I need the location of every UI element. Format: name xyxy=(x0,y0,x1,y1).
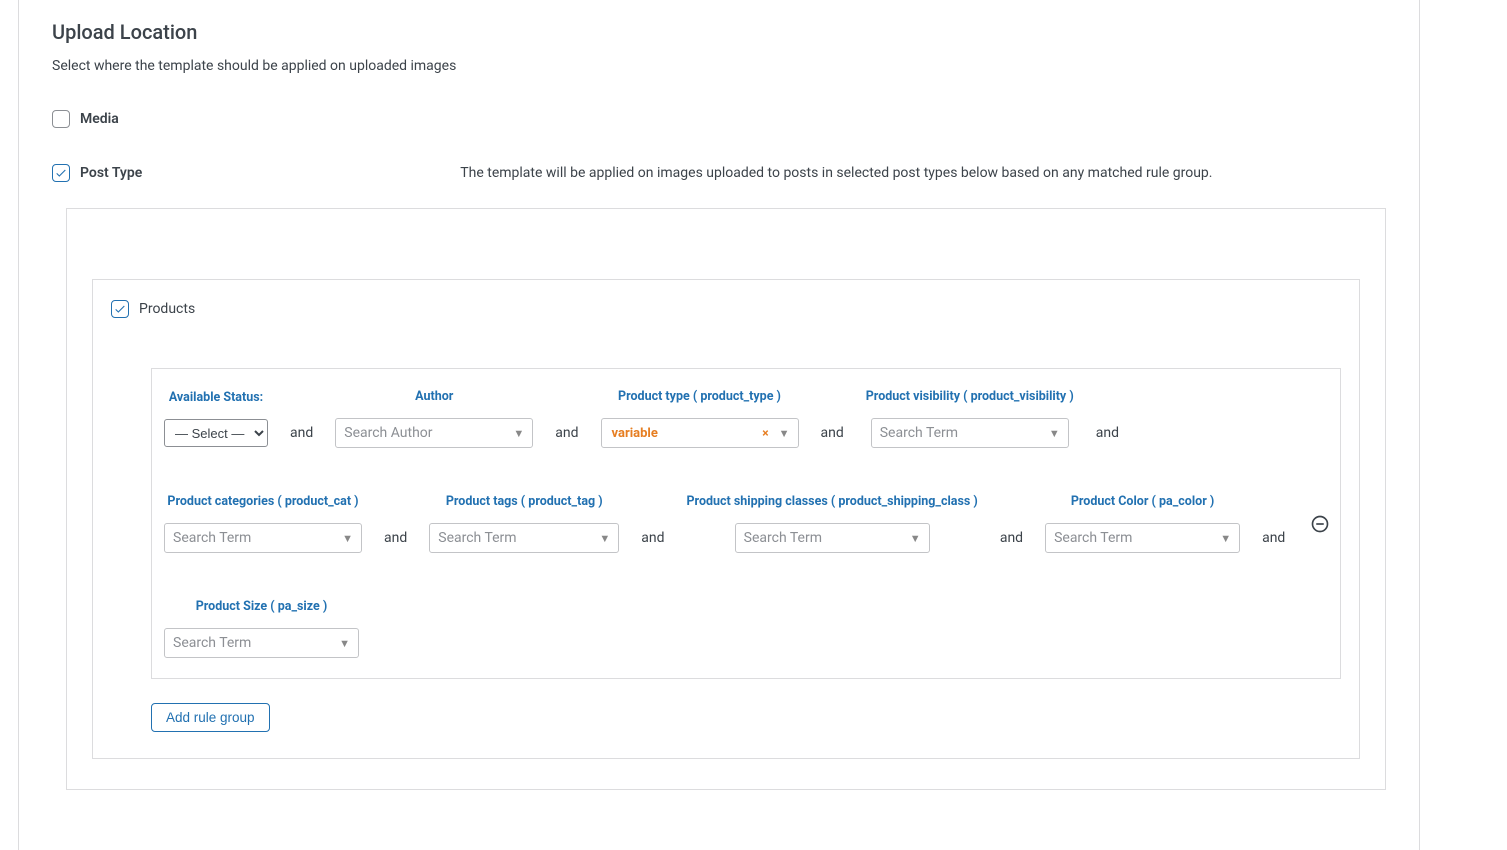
field-status: Available Status: — Select — xyxy=(164,390,268,447)
posttype-row: Post Type The template will be applied o… xyxy=(52,164,1386,182)
author-combo[interactable]: Search Author ▼ xyxy=(335,418,533,448)
categories-combo[interactable]: Search Term ▼ xyxy=(164,523,362,553)
field-visibility: Product visibility ( product_visibility … xyxy=(866,389,1074,448)
posttype-rules-panel: Products Available Status: — Select — an… xyxy=(66,208,1386,790)
media-row: Media xyxy=(52,110,1386,128)
caret-down-icon: ▼ xyxy=(342,532,353,545)
and-label: and xyxy=(821,425,844,441)
add-rule-group-button[interactable]: Add rule group xyxy=(151,703,270,732)
field-color: Product Color ( pa_color ) Search Term ▼ xyxy=(1045,494,1240,553)
size-combo[interactable]: Search Term ▼ xyxy=(164,628,359,658)
product-type-value: variable xyxy=(610,426,757,441)
remove-rule-group-icon[interactable] xyxy=(1310,514,1330,534)
and-label: and xyxy=(290,425,313,441)
color-combo[interactable]: Search Term ▼ xyxy=(1045,523,1240,553)
field-label-tags: Product tags ( product_tag ) xyxy=(446,494,603,509)
field-label-visibility: Product visibility ( product_visibility … xyxy=(866,389,1074,404)
field-label-shipping: Product shipping classes ( product_shipp… xyxy=(687,494,978,509)
visibility-placeholder: Search Term xyxy=(880,425,1043,441)
field-label-status: Available Status: xyxy=(169,390,263,405)
field-shipping: Product shipping classes ( product_shipp… xyxy=(687,494,978,553)
field-label-size: Product Size ( pa_size ) xyxy=(196,599,328,614)
and-label: and xyxy=(1096,425,1119,441)
products-checkbox[interactable] xyxy=(111,300,129,318)
rule-fields: Available Status: — Select — and Author … xyxy=(164,389,1298,658)
product-type-combo[interactable]: variable × ▼ xyxy=(601,418,799,448)
check-icon xyxy=(113,302,127,316)
and-label: and xyxy=(641,530,664,546)
field-label-color: Product Color ( pa_color ) xyxy=(1071,494,1214,509)
status-select[interactable]: — Select — xyxy=(164,419,268,447)
categories-placeholder: Search Term xyxy=(173,530,336,546)
posttype-help: The template will be applied on images u… xyxy=(460,164,1212,182)
remove-tag-icon[interactable]: × xyxy=(762,426,768,440)
media-checkbox[interactable] xyxy=(52,110,70,128)
tags-combo[interactable]: Search Term ▼ xyxy=(429,523,619,553)
section-description: Select where the template should be appl… xyxy=(52,58,1386,74)
shipping-combo[interactable]: Search Term ▼ xyxy=(735,523,930,553)
visibility-combo[interactable]: Search Term ▼ xyxy=(871,418,1069,448)
tags-placeholder: Search Term xyxy=(438,530,593,546)
products-label: Products xyxy=(139,300,195,318)
rule-group: Available Status: — Select — and Author … xyxy=(151,368,1341,679)
caret-down-icon: ▼ xyxy=(599,532,610,545)
size-placeholder: Search Term xyxy=(173,635,333,651)
and-label: and xyxy=(1262,530,1285,546)
author-placeholder: Search Author xyxy=(344,425,507,441)
field-tags: Product tags ( product_tag ) Search Term… xyxy=(429,494,619,553)
field-label-product-type: Product type ( product_type ) xyxy=(618,389,781,404)
check-icon xyxy=(54,166,68,180)
posttype-label: Post Type xyxy=(80,164,142,182)
posttype-checkbox[interactable] xyxy=(52,164,70,182)
and-label: and xyxy=(555,425,578,441)
products-panel: Products Available Status: — Select — an… xyxy=(92,279,1360,759)
caret-down-icon: ▼ xyxy=(779,427,790,440)
and-label: and xyxy=(1000,530,1023,546)
field-categories: Product categories ( product_cat ) Searc… xyxy=(164,494,362,553)
section-title: Upload Location xyxy=(52,20,1386,44)
and-label: and xyxy=(384,530,407,546)
caret-down-icon: ▼ xyxy=(1049,427,1060,440)
caret-down-icon: ▼ xyxy=(513,427,524,440)
color-placeholder: Search Term xyxy=(1054,530,1214,546)
caret-down-icon: ▼ xyxy=(1220,532,1231,545)
upload-location-panel: Upload Location Select where the templat… xyxy=(18,0,1420,850)
field-size: Product Size ( pa_size ) Search Term ▼ xyxy=(164,599,359,658)
field-author: Author Search Author ▼ xyxy=(335,389,533,448)
caret-down-icon: ▼ xyxy=(910,532,921,545)
media-label: Media xyxy=(80,110,119,128)
field-label-categories: Product categories ( product_cat ) xyxy=(167,494,358,509)
field-product-type: Product type ( product_type ) variable ×… xyxy=(601,389,799,448)
products-row: Products xyxy=(111,300,1341,318)
shipping-placeholder: Search Term xyxy=(744,530,904,546)
field-label-author: Author xyxy=(415,389,453,404)
